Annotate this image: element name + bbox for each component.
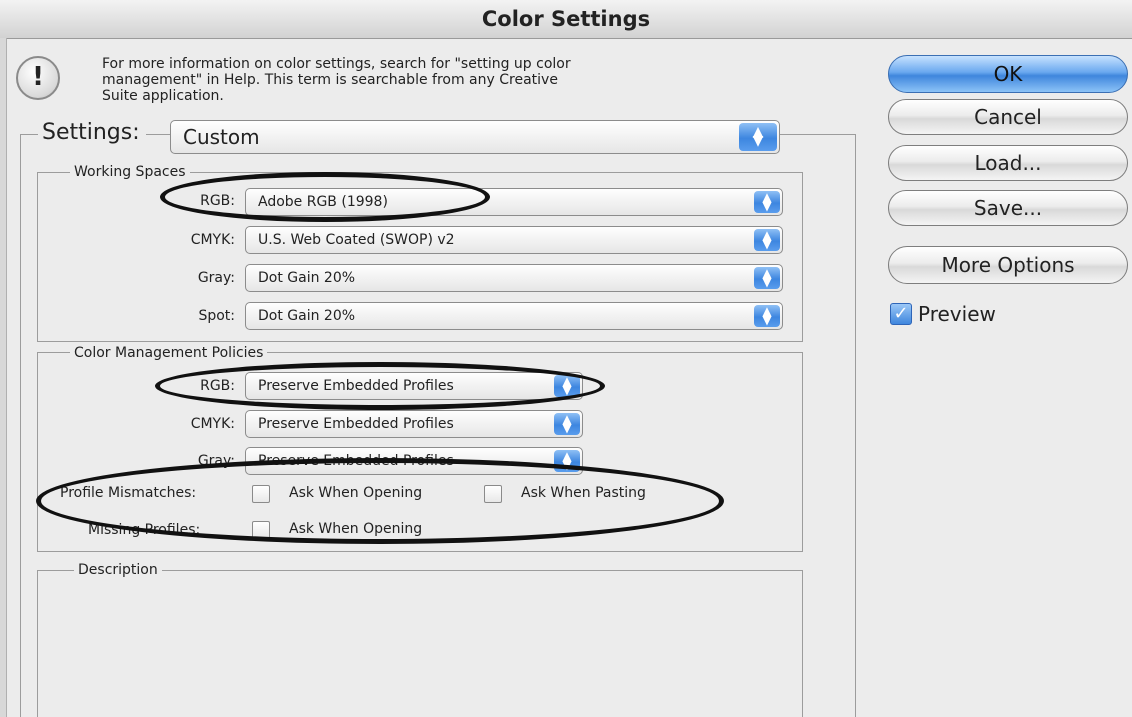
policy-gray-value: Preserve Embedded Profiles	[258, 453, 454, 469]
description-group	[37, 570, 803, 717]
mismatch-ask-opening-label: Ask When Opening	[289, 485, 423, 501]
ws-spot-popup[interactable]: Dot Gain 20% ▲ ▼	[245, 302, 783, 330]
popup-arrows-icon: ▲ ▼	[554, 450, 580, 472]
info-line-1: For more information on color settings, …	[102, 56, 571, 72]
ws-rgb-popup[interactable]: Adobe RGB (1998) ▲ ▼	[245, 188, 783, 216]
mismatch-ask-pasting-label: Ask When Pasting	[521, 485, 646, 501]
preview-checkbox[interactable]: ✓	[890, 303, 912, 325]
cancel-button[interactable]: Cancel	[888, 99, 1128, 135]
policy-gray-label: Gray:	[197, 453, 235, 469]
policy-cmyk-value: Preserve Embedded Profiles	[258, 416, 454, 432]
popup-arrows-icon: ▲ ▼	[739, 123, 777, 151]
ws-gray-popup[interactable]: Dot Gain 20% ▲ ▼	[245, 264, 783, 292]
popup-arrows-icon: ▲ ▼	[754, 191, 780, 213]
popup-arrows-icon: ▲ ▼	[754, 305, 780, 327]
popup-arrows-icon: ▲ ▼	[554, 375, 580, 397]
missing-ask-opening-checkbox[interactable]	[252, 521, 270, 539]
window-title: Color Settings	[0, 0, 1132, 39]
ws-spot-value: Dot Gain 20%	[258, 308, 356, 324]
save-button[interactable]: Save...	[888, 190, 1128, 226]
settings-value: Custom	[183, 125, 260, 149]
settings-popup[interactable]: Custom ▲ ▼	[170, 120, 780, 154]
window-frame	[0, 38, 7, 717]
popup-arrows-icon: ▲ ▼	[554, 413, 580, 435]
more-options-button[interactable]: More Options	[888, 246, 1128, 284]
policy-cmyk-popup[interactable]: Preserve Embedded Profiles ▲ ▼	[245, 410, 583, 438]
popup-arrows-icon: ▲ ▼	[754, 229, 780, 251]
profile-mismatches-label: Profile Mismatches:	[60, 485, 197, 501]
ws-rgb-label: RGB:	[200, 193, 235, 209]
load-button[interactable]: Load...	[888, 145, 1128, 181]
policies-title: Color Management Policies	[70, 345, 268, 361]
policy-rgb-label: RGB:	[200, 378, 235, 394]
ws-spot-label: Spot:	[198, 308, 235, 324]
ws-cmyk-popup[interactable]: U.S. Web Coated (SWOP) v2 ▲ ▼	[245, 226, 783, 254]
missing-profiles-label: Missing Profiles:	[88, 522, 201, 538]
settings-label: Settings:	[38, 120, 146, 145]
ws-gray-label: Gray:	[197, 270, 235, 286]
info-line-3: Suite application.	[102, 88, 224, 104]
ws-cmyk-value: U.S. Web Coated (SWOP) v2	[258, 232, 455, 248]
policy-rgb-value: Preserve Embedded Profiles	[258, 378, 454, 394]
info-line-2: management" in Help. This term is search…	[102, 72, 558, 88]
mismatch-ask-opening-checkbox[interactable]	[252, 485, 270, 503]
ws-rgb-value: Adobe RGB (1998)	[258, 194, 388, 210]
policy-gray-popup[interactable]: Preserve Embedded Profiles ▲ ▼	[245, 447, 583, 475]
ws-cmyk-label: CMYK:	[190, 232, 235, 248]
policy-rgb-popup[interactable]: Preserve Embedded Profiles ▲ ▼	[245, 372, 583, 400]
ws-gray-value: Dot Gain 20%	[258, 270, 356, 286]
popup-arrows-icon: ▲ ▼	[754, 267, 780, 289]
ok-button[interactable]: OK	[888, 55, 1128, 93]
description-title: Description	[74, 562, 162, 578]
mismatch-ask-pasting-checkbox[interactable]	[484, 485, 502, 503]
alert-icon: !	[16, 56, 60, 100]
preview-label: Preview	[918, 302, 996, 326]
info-text: For more information on color settings, …	[102, 56, 742, 104]
policy-cmyk-label: CMYK:	[190, 416, 235, 432]
working-spaces-title: Working Spaces	[70, 164, 190, 180]
missing-ask-opening-label: Ask When Opening	[289, 521, 423, 537]
